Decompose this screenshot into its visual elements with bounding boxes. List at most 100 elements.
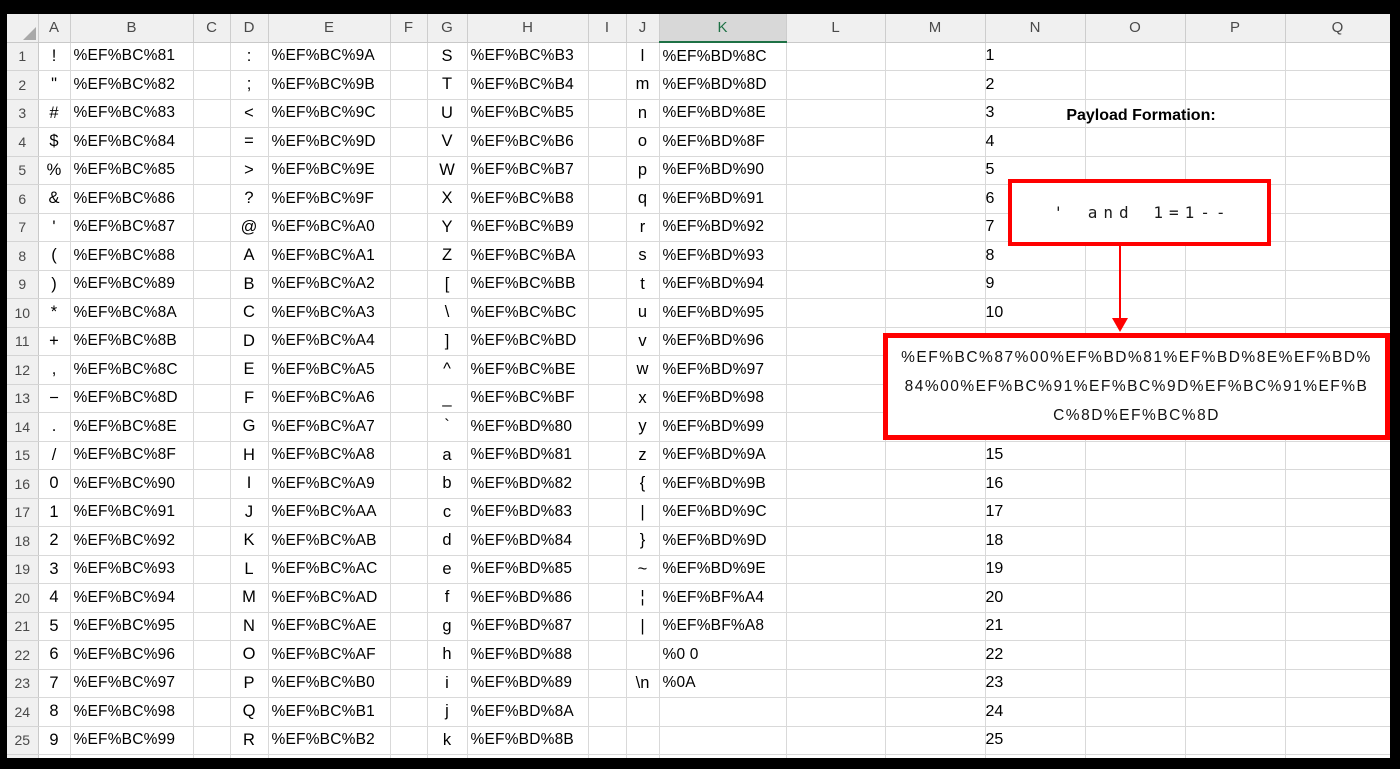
cell-H5[interactable]: %EF%BC%B7 [467, 156, 589, 185]
row-header-14[interactable]: 14 [7, 412, 39, 442]
cell-F8[interactable] [390, 241, 428, 271]
cell-G12[interactable]: ^ [427, 355, 468, 385]
cell-C25[interactable] [193, 726, 231, 755]
cell-I13[interactable] [588, 384, 627, 413]
cell-Q6[interactable] [1285, 184, 1390, 214]
cell-Q1[interactable] [1285, 42, 1390, 71]
cell-G4[interactable]: V [427, 127, 468, 157]
cell-H4[interactable]: %EF%BC%B6 [467, 127, 589, 157]
cell-B12[interactable]: %EF%BC%8C [70, 355, 194, 385]
cell-K1[interactable]: %EF%BD%8C [659, 42, 787, 71]
cell-D3[interactable]: < [230, 99, 269, 128]
row-header-11[interactable]: 11 [7, 327, 39, 356]
cell-I8[interactable] [588, 241, 627, 271]
cell-K24[interactable] [659, 697, 787, 727]
cell-C23[interactable] [193, 669, 231, 698]
cell-B7[interactable]: %EF%BC%87 [70, 213, 194, 242]
cell-M9[interactable] [885, 270, 986, 299]
cell-Q4[interactable] [1285, 127, 1390, 157]
cell-D12[interactable]: E [230, 355, 269, 385]
cell-J16[interactable]: { [626, 469, 660, 499]
cell-E16[interactable]: %EF%BC%A9 [268, 469, 391, 499]
cell-O24[interactable] [1085, 697, 1186, 727]
cell-O15[interactable] [1085, 441, 1186, 470]
cell-D20[interactable]: M [230, 583, 269, 613]
cell-C18[interactable] [193, 526, 231, 556]
row-header-7[interactable]: 7 [7, 213, 39, 242]
column-header-D[interactable]: D [230, 14, 269, 43]
cell-F7[interactable] [390, 213, 428, 242]
cell-O9[interactable] [1085, 270, 1186, 299]
cell-P9[interactable] [1185, 270, 1286, 299]
cell-M1[interactable] [885, 42, 986, 71]
cell-O23[interactable] [1085, 669, 1186, 698]
cell-F9[interactable] [390, 270, 428, 299]
cell-I11[interactable] [588, 327, 627, 356]
cell-K26[interactable] [659, 754, 787, 758]
cell-J19[interactable]: ~ [626, 555, 660, 584]
column-header-I[interactable]: I [588, 14, 627, 43]
cell-F19[interactable] [390, 555, 428, 584]
cell-P23[interactable] [1185, 669, 1286, 698]
cell-A10[interactable]: * [38, 298, 71, 328]
cell-M26[interactable] [885, 754, 986, 758]
cell-H23[interactable]: %EF%BD%89 [467, 669, 589, 698]
cell-Q9[interactable] [1285, 270, 1390, 299]
cell-K19[interactable]: %EF%BD%9E [659, 555, 787, 584]
cell-G26[interactable] [427, 754, 468, 758]
cell-O2[interactable] [1085, 70, 1186, 100]
cell-I14[interactable] [588, 412, 627, 442]
cell-M16[interactable] [885, 469, 986, 499]
cell-J2[interactable]: m [626, 70, 660, 100]
cell-D2[interactable]: ; [230, 70, 269, 100]
cell-O17[interactable] [1085, 498, 1186, 527]
cell-Q20[interactable] [1285, 583, 1390, 613]
cell-D1[interactable]: : [230, 42, 269, 71]
cell-I10[interactable] [588, 298, 627, 328]
cell-L11[interactable] [786, 327, 886, 356]
cell-G23[interactable]: i [427, 669, 468, 698]
cell-E11[interactable]: %EF%BC%A4 [268, 327, 391, 356]
cell-L15[interactable] [786, 441, 886, 470]
cell-O25[interactable] [1085, 726, 1186, 755]
row-header-16[interactable]: 16 [7, 469, 39, 499]
cell-J26[interactable] [626, 754, 660, 758]
cell-F24[interactable] [390, 697, 428, 727]
cell-L26[interactable] [786, 754, 886, 758]
cell-A9[interactable]: ) [38, 270, 71, 299]
cell-N9[interactable]: 9 [985, 270, 1086, 299]
column-header-F[interactable]: F [390, 14, 428, 43]
cell-O10[interactable] [1085, 298, 1186, 328]
cell-J4[interactable]: o [626, 127, 660, 157]
cell-I5[interactable] [588, 156, 627, 185]
cell-H24[interactable]: %EF%BD%8A [467, 697, 589, 727]
cell-M6[interactable] [885, 184, 986, 214]
cell-F11[interactable] [390, 327, 428, 356]
cell-O16[interactable] [1085, 469, 1186, 499]
column-header-A[interactable]: A [38, 14, 71, 43]
cell-G7[interactable]: Y [427, 213, 468, 242]
cell-H15[interactable]: %EF%BD%81 [467, 441, 589, 470]
cell-M7[interactable] [885, 213, 986, 242]
cell-I1[interactable] [588, 42, 627, 71]
cell-E18[interactable]: %EF%BC%AB [268, 526, 391, 556]
cell-G24[interactable]: j [427, 697, 468, 727]
row-header-4[interactable]: 4 [7, 127, 39, 157]
cell-Q8[interactable] [1285, 241, 1390, 271]
cell-D11[interactable]: D [230, 327, 269, 356]
cell-G9[interactable]: [ [427, 270, 468, 299]
cell-K13[interactable]: %EF%BD%98 [659, 384, 787, 413]
cell-N17[interactable]: 17 [985, 498, 1086, 527]
cell-B10[interactable]: %EF%BC%8A [70, 298, 194, 328]
cell-P10[interactable] [1185, 298, 1286, 328]
row-header-1[interactable]: 1 [7, 42, 39, 71]
cell-G21[interactable]: g [427, 612, 468, 641]
cell-F23[interactable] [390, 669, 428, 698]
cell-E2[interactable]: %EF%BC%9B [268, 70, 391, 100]
cell-A6[interactable]: & [38, 184, 71, 214]
cell-M15[interactable] [885, 441, 986, 470]
cell-D21[interactable]: N [230, 612, 269, 641]
cell-B2[interactable]: %EF%BC%82 [70, 70, 194, 100]
cell-M24[interactable] [885, 697, 986, 727]
cell-E5[interactable]: %EF%BC%9E [268, 156, 391, 185]
